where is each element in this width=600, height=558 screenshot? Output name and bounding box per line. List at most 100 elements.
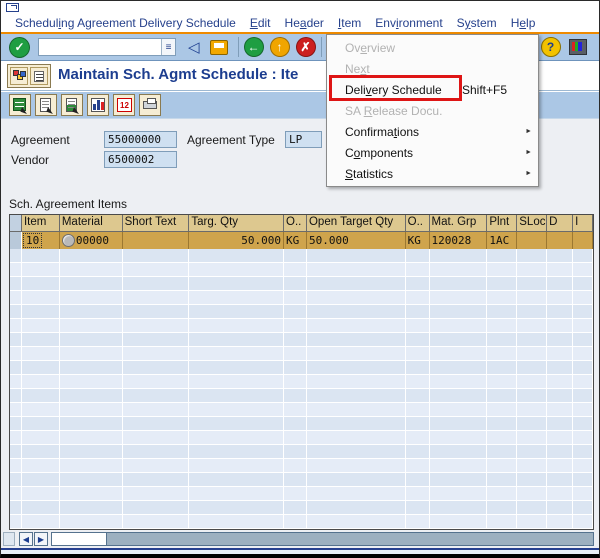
table-cell-item[interactable]: 10 [22, 232, 60, 249]
command-dropdown-icon[interactable]: ≡ [161, 39, 175, 55]
table-cell-empty [22, 389, 60, 403]
table-row-empty[interactable] [10, 487, 593, 501]
help-button[interactable]: ? [541, 37, 561, 57]
menu-item-statistics[interactable]: Statistics► [327, 163, 538, 184]
table-cell-plnt[interactable]: 1AC [487, 232, 517, 249]
menu-item-components[interactable]: Components► [327, 142, 538, 163]
header-cell-short-text[interactable]: Short Text [123, 215, 190, 232]
table-row-empty[interactable] [10, 389, 593, 403]
table-cell-i[interactable] [573, 232, 593, 249]
table-cell-empty [22, 417, 60, 431]
header-cell-open-target-qty[interactable]: Open Target Qty [307, 215, 406, 232]
table-cell-empty [284, 263, 307, 277]
table-cell-empty [284, 389, 307, 403]
header-cell-o[interactable]: O.. [406, 215, 430, 232]
header-cell-plnt[interactable]: Plnt [487, 215, 517, 232]
table-cell-targ-qty[interactable]: 50.000 [189, 232, 284, 249]
table-cell-empty [547, 305, 573, 319]
table-row-empty[interactable] [10, 459, 593, 473]
menubar-item-environment[interactable]: Environment [375, 16, 442, 30]
table-cell-o[interactable]: KG [284, 232, 307, 249]
scroll-right-button[interactable]: ▶ [34, 532, 48, 546]
print-button[interactable] [139, 94, 161, 116]
table-cell-empty [487, 445, 517, 459]
table-row-empty[interactable] [10, 249, 593, 263]
table-row-empty[interactable] [10, 501, 593, 515]
item-details-button[interactable] [35, 94, 57, 116]
enter-check-button[interactable]: ✓ [9, 37, 30, 58]
table-row-empty[interactable] [10, 333, 593, 347]
vendor-field[interactable]: 6500002 [104, 151, 177, 168]
table-cell-empty [406, 319, 430, 333]
table-row-empty[interactable] [10, 403, 593, 417]
window-icon [6, 3, 19, 12]
table-row-empty[interactable] [10, 361, 593, 375]
table-row-empty[interactable] [10, 375, 593, 389]
menubar-item-scheduling-agreement-delivery-schedule[interactable]: Scheduling Agreement Delivery Schedule [15, 16, 236, 30]
header-cell-mat-grp[interactable]: Mat. Grp [430, 215, 488, 232]
table-cell-o[interactable]: KG [406, 232, 430, 249]
table-cell-sloc[interactable] [517, 232, 547, 249]
list-menu-button[interactable] [30, 67, 48, 85]
table-cell-empty [307, 389, 406, 403]
table-cell-short-text[interactable] [123, 232, 190, 249]
table-cell-empty [60, 487, 123, 501]
table-cell-d[interactable] [547, 232, 573, 249]
row-selector-cell [10, 389, 22, 403]
header-cell-o[interactable]: O.. [284, 215, 307, 232]
table-row-selected[interactable]: 100000050.000KG50.000KG1200281AC [10, 232, 593, 249]
table-row-empty[interactable] [10, 263, 593, 277]
table-cell-empty [189, 403, 284, 417]
table-row-empty[interactable] [10, 277, 593, 291]
header-cell-i[interactable]: I [573, 215, 593, 232]
row-selector-cell [10, 277, 22, 291]
table-row-empty[interactable] [10, 291, 593, 305]
header-selector-cell[interactable] [10, 215, 22, 232]
command-input[interactable] [39, 40, 161, 54]
menubar-item-help[interactable]: Help [511, 16, 536, 30]
table-row-empty[interactable] [10, 319, 593, 333]
table-cell-empty [517, 473, 547, 487]
save-button[interactable] [210, 40, 228, 55]
table-row-empty[interactable] [10, 417, 593, 431]
menubar-item-system[interactable]: System [457, 16, 497, 30]
table-cell-empty [60, 263, 123, 277]
header-cell-d[interactable]: D [547, 215, 573, 232]
table-row-empty[interactable] [10, 515, 593, 529]
exit-button[interactable]: ↑ [270, 37, 290, 57]
menu-item-label: Next [345, 62, 370, 76]
customize-layout-button[interactable] [569, 39, 587, 55]
table-row-empty[interactable] [10, 431, 593, 445]
scroll-left-button[interactable]: ◀ [19, 532, 33, 546]
menubar-item-edit[interactable]: Edit [250, 16, 271, 30]
agreement-field[interactable]: 55000000 [104, 131, 177, 148]
table-row-empty[interactable] [10, 473, 593, 487]
table-row-empty[interactable] [10, 305, 593, 319]
back-button[interactable]: ← [244, 37, 264, 57]
table-cell-material[interactable]: 00000 [60, 232, 123, 249]
menubar-item-item[interactable]: Item [338, 16, 361, 30]
item-overview-button[interactable] [9, 94, 31, 116]
table-row-empty[interactable] [10, 445, 593, 459]
table-row-empty[interactable] [10, 347, 593, 361]
table-cell-mat-grp[interactable]: 120028 [430, 232, 488, 249]
back-triangle-button[interactable]: ◁ [188, 40, 200, 55]
table-cell-empty [487, 459, 517, 473]
cancel-button[interactable]: ✗ [296, 37, 316, 57]
header-cell-targ-qty[interactable]: Targ. Qty [189, 215, 284, 232]
horizontal-scrollbar-track[interactable] [51, 532, 594, 546]
menubar-item-header[interactable]: Header [285, 16, 324, 30]
graphics-button[interactable] [87, 94, 109, 116]
header-cell-material[interactable]: Material [60, 215, 123, 232]
row-selector-cell[interactable] [10, 232, 22, 249]
navigation-squares-button[interactable] [10, 67, 28, 85]
menu-item-confirmations[interactable]: Confirmations► [327, 121, 538, 142]
item-conditions-button[interactable] [61, 94, 83, 116]
horizontal-scrollbar-thumb[interactable] [51, 532, 107, 546]
header-cell-sloc[interactable]: SLoc [517, 215, 547, 232]
dates-button[interactable]: 12 [113, 94, 135, 116]
table-cell-open-target-qty[interactable]: 50.000 [307, 232, 406, 249]
agreement-type-field[interactable]: LP [285, 131, 322, 148]
command-field[interactable]: ≡ [38, 38, 176, 56]
header-cell-item[interactable]: Item [22, 215, 60, 232]
